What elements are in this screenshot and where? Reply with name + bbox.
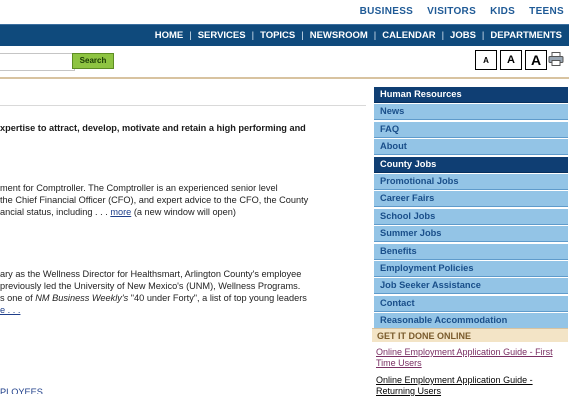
nav-newsroom[interactable]: NEWSROOM	[310, 30, 368, 41]
link-kids[interactable]: KIDS	[490, 6, 515, 17]
get-it-done-heading: GET IT DONE ONLINE	[372, 328, 568, 342]
wellness-line-3: s one of NM Business Weekly's "40 under …	[0, 293, 307, 303]
link-business[interactable]: BUSINESS	[360, 6, 414, 17]
sidebar-item-news[interactable]: News	[374, 104, 568, 121]
main-content: xpertise to attract, develop, motivate a…	[0, 86, 366, 394]
nav-departments[interactable]: DEPARTMENTS	[490, 30, 562, 41]
hr-sidebar: Human Resources News FAQ About County Jo…	[374, 87, 568, 330]
main-nav: HOME | SERVICES | TOPICS | NEWSROOM | CALEND…	[0, 24, 572, 47]
utility-bar: BUSINESS VISITORS KIDS TEENS	[0, 0, 572, 25]
sidebar-item-county-jobs[interactable]: County Jobs	[374, 156, 568, 173]
comptroller-line-2: the Chief Financial Officer (CFO), and e…	[0, 195, 309, 205]
employees-heading-cut[interactable]: PLOYEES	[0, 386, 43, 394]
sidebar-item-school-jobs[interactable]: School Jobs	[374, 208, 568, 225]
nav-calendar[interactable]: CALENDAR	[382, 30, 435, 41]
printer-icon[interactable]	[548, 52, 564, 66]
comptroller-more-link[interactable]: more	[110, 207, 131, 217]
sidebar-item-summer-jobs[interactable]: Summer Jobs	[374, 226, 568, 243]
search-input[interactable]	[0, 53, 75, 71]
comptroller-line-1: ment for Comptroller. The Comptroller is…	[0, 183, 278, 193]
font-size-controls: A A A	[475, 50, 547, 70]
font-small-button[interactable]: A	[475, 50, 497, 70]
link-teens[interactable]: TEENS	[529, 6, 564, 17]
sidebar-item-employment-policies[interactable]: Employment Policies	[374, 260, 568, 277]
sidebar-item-human-resources[interactable]: Human Resources	[374, 87, 568, 103]
font-medium-button[interactable]: A	[500, 50, 522, 70]
search-button[interactable]: Search	[72, 53, 114, 69]
wellness-more-link[interactable]: e . . .	[0, 304, 20, 316]
header-divider	[0, 77, 572, 79]
wellness-line-2: previously led the University of New Mex…	[0, 281, 301, 291]
first-time-users-guide-link[interactable]: Online Employment Application Guide - Fi…	[376, 347, 568, 369]
font-large-button[interactable]: A	[525, 50, 547, 70]
sidebar-item-career-fairs[interactable]: Career Fairs	[374, 191, 568, 208]
audience-links: BUSINESS VISITORS KIDS TEENS	[360, 6, 564, 17]
sidebar-item-contact[interactable]: Contact	[374, 295, 568, 312]
intro-text: xpertise to attract, develop, motivate a…	[0, 123, 306, 133]
comptroller-line-3: ancial status, including . . . more (a n…	[0, 207, 236, 217]
wellness-line-1: ary as the Wellness Director for Healths…	[0, 269, 302, 279]
link-visitors[interactable]: VISITORS	[427, 6, 476, 17]
nav-services[interactable]: SERVICES	[198, 30, 246, 41]
nav-home[interactable]: HOME	[155, 30, 184, 41]
content-divider	[0, 105, 366, 106]
sidebar-item-benefits[interactable]: Benefits	[374, 243, 568, 260]
sidebar-item-reasonable-accommodation[interactable]: Reasonable Accommodation	[374, 313, 568, 330]
nav-topics[interactable]: TOPICS	[260, 30, 295, 41]
nav-jobs[interactable]: JOBS	[450, 30, 476, 41]
sidebar-item-faq[interactable]: FAQ	[374, 121, 568, 138]
get-it-done-links: Online Employment Application Guide - Fi…	[376, 347, 568, 403]
sidebar-item-about[interactable]: About	[374, 139, 568, 156]
sidebar-item-promotional-jobs[interactable]: Promotional Jobs	[374, 173, 568, 190]
sidebar-item-job-seeker-assistance[interactable]: Job Seeker Assistance	[374, 278, 568, 295]
